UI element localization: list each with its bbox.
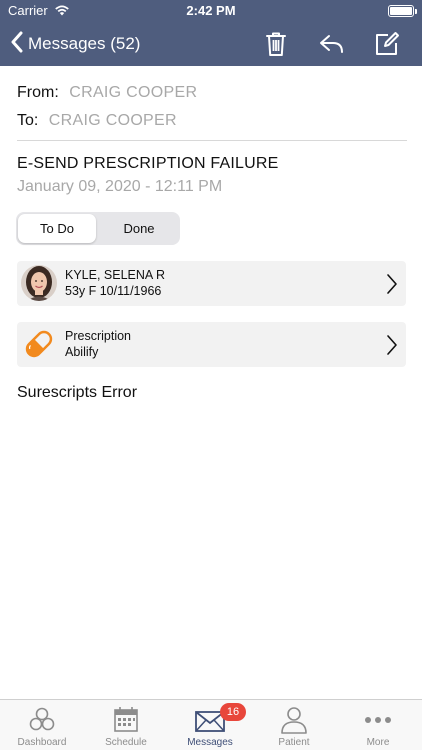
tab-bar: Dashboard Schedule 16 Messages Patient M… [0,699,422,750]
back-button-label: Messages (52) [28,34,141,53]
segment-to-do[interactable]: To Do [18,214,96,243]
prescription-title: Prescription [65,329,131,343]
battery-icon [388,5,417,17]
message-body: Surescripts Error [17,384,138,401]
status-segmented-control: To Do Done [16,212,180,245]
chevron-left-icon [10,31,24,58]
from-label: From: [17,84,59,101]
tab-dashboard[interactable]: Dashboard [0,700,84,750]
message-date: January 09, 2020 - 12:11 PM [17,178,223,195]
tab-more[interactable]: More [336,700,420,750]
nav-bar: Messages (52) [0,22,422,66]
tab-patient-label: Patient [278,737,310,748]
to-label: To: [17,112,39,129]
reply-icon[interactable] [318,30,346,58]
dashboard-icon [27,706,57,734]
status-bar: Carrier 2:42 PM [0,0,422,22]
chevron-right-icon [386,273,398,300]
to-row: To: CRAIG COOPER [17,112,177,130]
to-value: CRAIG COOPER [48,112,177,129]
compose-icon[interactable] [373,30,401,58]
from-value: CRAIG COOPER [69,84,198,101]
messages-badge: 16 [220,703,246,721]
tab-more-label: More [366,737,390,748]
more-dots-icon [363,706,393,734]
patient-name: KYLE, SELENA R [65,268,166,282]
back-button[interactable]: Messages (52) [10,30,140,58]
from-row: From: CRAIG COOPER [17,84,197,102]
pill-icon [21,326,57,362]
tab-messages[interactable]: 16 Messages [168,700,252,750]
tab-dashboard-label: Dashboard [17,737,67,748]
tab-messages-label: Messages [187,737,233,748]
tab-patient[interactable]: Patient [252,700,336,750]
message-subject: E-SEND PRESCRIPTION FAILURE [17,155,279,172]
patient-card[interactable]: KYLE, SELENA R 53y F 10/11/1966 [17,261,406,306]
patient-details: 53y F 10/11/1966 [65,284,162,298]
chevron-right-icon [386,334,398,361]
prescription-card[interactable]: Prescription Abilify [17,322,406,367]
prescription-drug: Abilify [65,345,99,359]
segment-done[interactable]: Done [100,214,178,243]
clock-time: 2:42 PM [186,3,236,18]
header-divider [17,140,407,141]
tab-schedule[interactable]: Schedule [84,700,168,750]
tab-schedule-label: Schedule [105,737,147,748]
person-icon [279,706,309,734]
calendar-icon [111,706,141,734]
patient-avatar [21,265,57,301]
trash-icon[interactable] [262,30,290,58]
